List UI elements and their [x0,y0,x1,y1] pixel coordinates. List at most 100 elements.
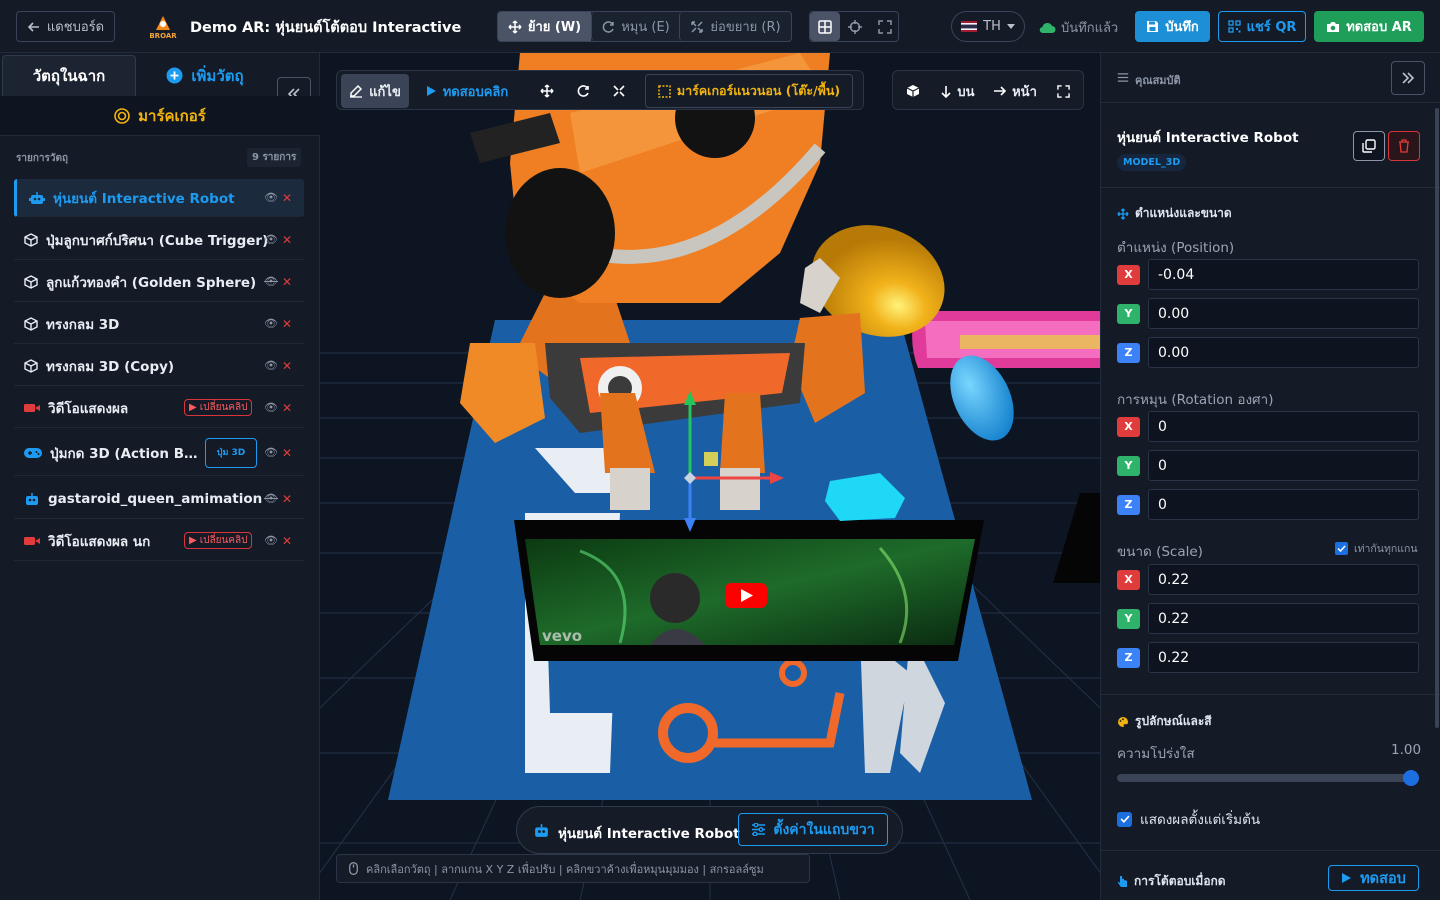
horizontal-marker-icon [658,84,671,98]
crosshair-view-button[interactable] [840,12,870,41]
video-icon [24,535,40,547]
object-list-item[interactable]: ลูกแก้วทองคำ (Golden Sphere) 👁 ✕ [14,262,304,302]
close-icon[interactable]: ✕ [282,446,292,460]
scale-y-input[interactable]: 0.22 [1148,603,1419,634]
rotation-z-input[interactable]: 0 [1148,489,1419,520]
object-list-item[interactable]: หุ่นยนต์ Interactive Robot 👁 ✕ [14,179,304,217]
pink-button-object[interactable] [912,311,1100,368]
rotation-x-input[interactable]: 0 [1148,411,1419,442]
scene-canvas[interactable]: vevo [320,53,1100,900]
eye-icon[interactable]: 👁 [264,317,278,330]
language-select[interactable]: TH [951,11,1025,42]
position-y-row: Y 0.00 [1117,298,1419,329]
tab-add-object[interactable]: เพิ่มวัตถุ [140,55,270,96]
scene-viewport[interactable]: vevo แก้ไข ทดสอบคลิก มาร์คเกอร์แนวนอน (โ… [320,53,1100,900]
duplicate-object-button[interactable] [1353,131,1385,161]
video-screen[interactable]: vevo [514,520,984,661]
perspective-view-button[interactable] [897,74,929,108]
object-list-item[interactable]: ทรงกลม 3D 👁 ✕ [14,304,304,344]
eye-off-icon[interactable]: 👁 [264,492,278,505]
x-axis-badge: X [1117,416,1140,437]
delete-object-button[interactable] [1388,131,1420,161]
eye-icon[interactable]: 👁 [264,191,278,204]
eye-icon[interactable]: 👁 [264,233,278,246]
opacity-label: ความโปร่งใส [1117,746,1195,762]
uniform-scale-checkbox[interactable]: เท่ากันทุกแกน [1335,540,1418,557]
eye-icon[interactable]: 👁 [264,534,278,547]
object-name-title: หุ่นยนต์ Interactive Robot [1117,130,1299,146]
object-list-item[interactable]: วิดีโอแสดงผล ▶ เปลี่ยนคลิป 👁 ✕ [14,388,304,428]
open-settings-button[interactable]: ตั้งค่าในแถบขวา [738,813,888,846]
move-gizmo-button[interactable] [531,74,563,108]
close-icon[interactable]: ✕ [282,275,292,289]
play-icon: ▶ [189,535,197,546]
position-y-input[interactable]: 0.00 [1148,298,1419,329]
object-list-item[interactable]: gastaroid_queen_amimation 👁 ✕ [14,479,304,519]
eye-icon[interactable]: 👁 [264,359,278,372]
scale-gizmo-button[interactable] [603,74,635,108]
close-icon[interactable]: ✕ [282,191,292,205]
grid-view-button[interactable] [810,12,840,41]
collapse-right-panel-button[interactable] [1391,61,1425,95]
test-ar-button[interactable]: ทดสอบ AR [1314,11,1424,42]
close-icon[interactable]: ✕ [282,317,292,331]
scale-y-row: Y 0.22 [1117,603,1419,634]
opacity-value: 1.00 [1391,742,1422,758]
opacity-slider-track [1117,774,1411,782]
close-icon[interactable]: ✕ [282,233,292,247]
checkbox-checked-icon [1335,542,1348,555]
marker-button[interactable]: มาร์คเกอร์ [0,96,320,136]
scale-z-input[interactable]: 0.22 [1148,642,1419,673]
y-axis-badge: Y [1117,303,1140,324]
front-view-button[interactable]: หน้า [989,74,1041,108]
edit-mode-button[interactable]: แก้ไข [341,74,409,108]
selected-object-name: หุ่นยนต์ Interactive Robot [558,826,740,842]
top-view-button[interactable]: บน [935,74,981,108]
properties-scrollbar[interactable] [1435,108,1439,728]
y-axis-badge: Y [1117,608,1140,629]
tab-scene-objects[interactable]: วัตถุในฉาก [2,55,136,96]
object-list-item[interactable]: ปุ่มกด 3D (Action But... ปุ่ม 3D 👁 ✕ [14,430,304,476]
edit-icon [349,84,363,98]
change-clip-badge[interactable]: ▶ เปลี่ยนคลิป [184,399,253,416]
scale-x-input[interactable]: 0.22 [1148,564,1419,595]
move-tool-button[interactable]: ย้าย (W) [498,12,591,41]
scale-tool-button[interactable]: ย่อขยาย (R) [679,12,791,41]
test-interaction-button[interactable]: ทดสอบ [1328,865,1419,891]
double-chevron-right-icon [1401,72,1415,84]
svg-text:vevo: vevo [542,627,582,645]
change-clip-badge[interactable]: ▶ เปลี่ยนคลิป [184,532,253,549]
viewport-fullscreen-button[interactable] [1047,74,1079,108]
back-to-dashboard-button[interactable]: แดชบอร์ด [16,11,115,42]
interaction-section-title: การโต้ตอบเมื่อกด [1117,872,1226,891]
share-qr-button[interactable]: แชร์ QR [1218,11,1306,42]
eye-icon[interactable]: 👁 [264,446,278,459]
show-default-checkbox[interactable]: แสดงผลตั้งแต่เริ่มต้น [1117,808,1260,830]
close-icon[interactable]: ✕ [282,359,292,373]
rotate-gizmo-button[interactable] [567,74,599,108]
divider [1101,850,1440,851]
dark-block-object[interactable] [1053,493,1100,583]
position-x-input[interactable]: -0.04 [1148,259,1419,290]
robot-icon [533,823,550,838]
object-list-item[interactable]: ปุ่มลูกบาศก์ปริศนา (Cube Trigger) 👁 ✕ [14,220,304,260]
object-list-item[interactable]: ทรงกลม 3D (Copy) 👁 ✕ [14,346,304,386]
rotate-tool-button[interactable]: หมุน (E) [591,12,679,41]
position-z-input[interactable]: 0.00 [1148,337,1419,368]
close-icon[interactable]: ✕ [282,492,292,506]
close-icon[interactable]: ✕ [282,534,292,548]
close-icon[interactable]: ✕ [282,401,292,415]
marker-orientation-button[interactable]: มาร์คเกอร์แนวนอน (โต๊ะ/พื้น) [645,74,853,108]
rotation-y-input[interactable]: 0 [1148,450,1419,481]
object-list-item[interactable]: วิดีโอแสดงผล นก ▶ เปลี่ยนคลิป 👁 ✕ [14,521,304,561]
eye-icon[interactable]: 👁 [264,401,278,414]
save-button[interactable]: บันทึก [1135,11,1210,42]
button-3d-badge[interactable]: ปุ่ม 3D [205,438,257,468]
opacity-slider[interactable] [1117,770,1419,786]
fullscreen-button[interactable] [870,12,900,41]
cube-icon [24,358,38,373]
eye-off-icon[interactable]: 👁 [264,275,278,288]
cloud-check-icon [1038,21,1056,34]
opacity-slider-thumb[interactable] [1403,770,1419,786]
test-click-mode-button[interactable]: ทดสอบคลิก [415,74,519,108]
